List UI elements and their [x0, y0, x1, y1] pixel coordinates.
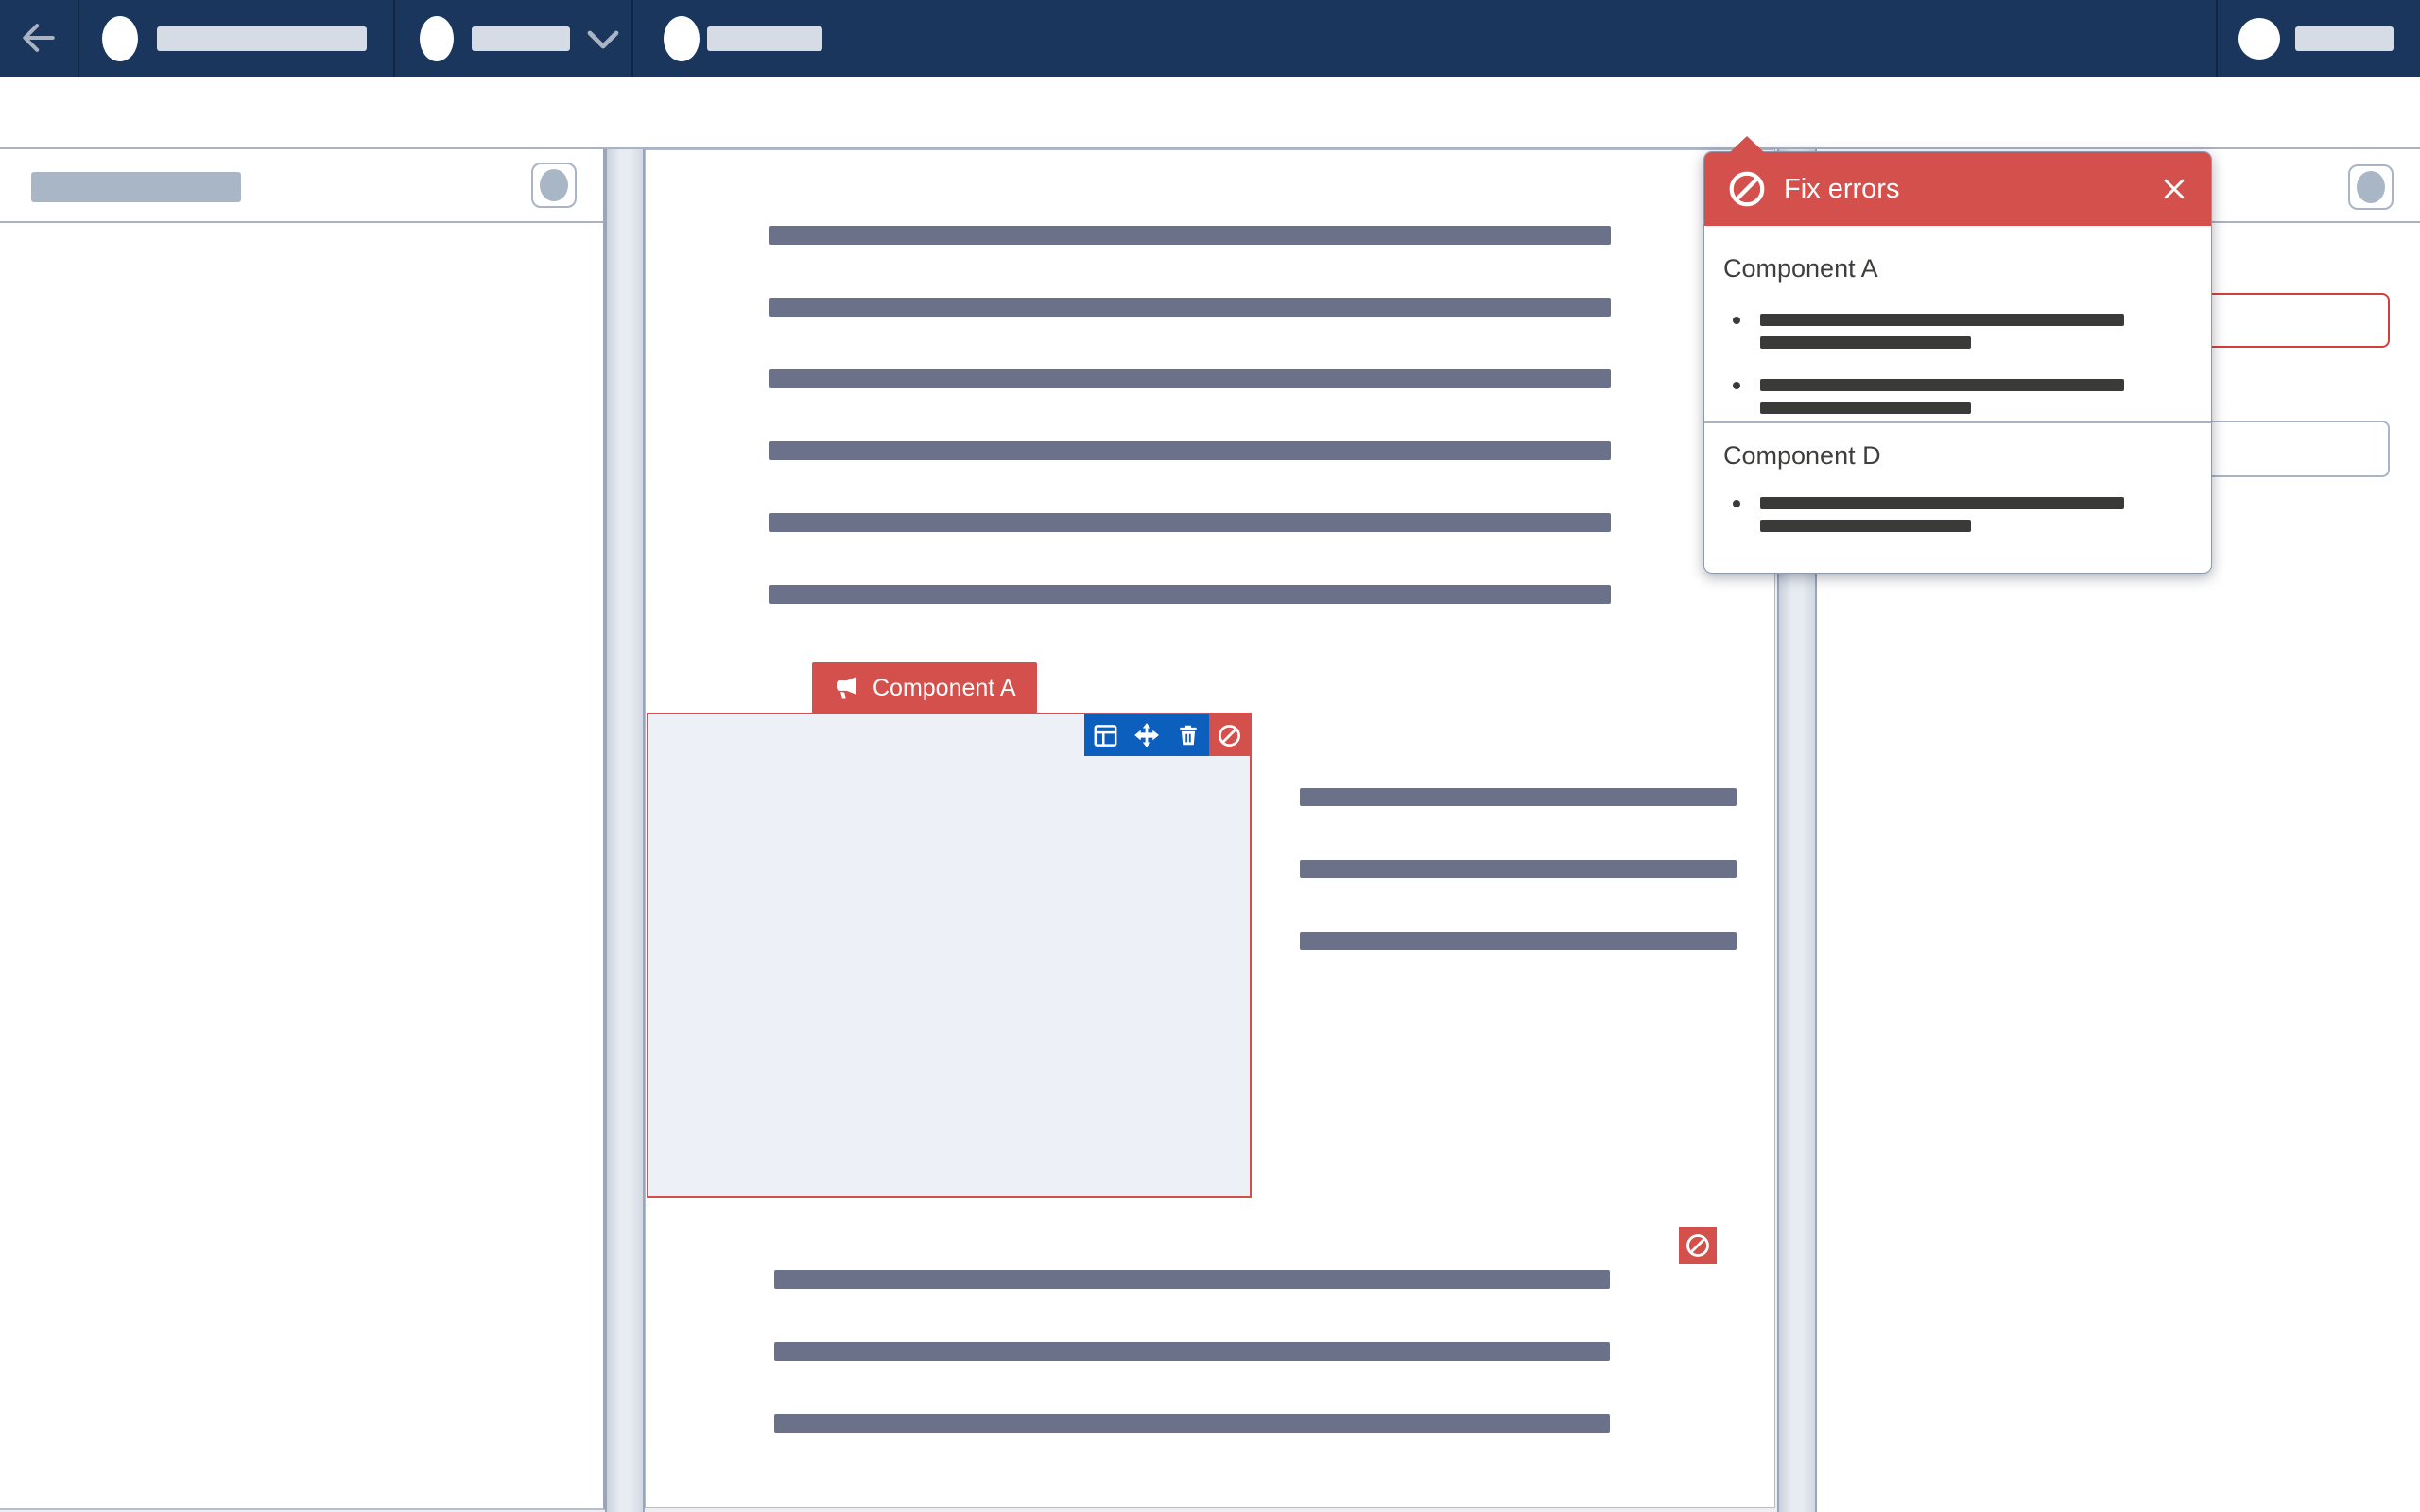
selected-component-label-text: Component A	[873, 675, 1016, 702]
topbar-divider	[393, 0, 395, 77]
ban-icon	[1217, 723, 1242, 748]
user-avatar-placeholder	[2238, 18, 2280, 60]
redacted-text-line	[769, 585, 1611, 604]
bullet-dot	[1733, 500, 1740, 507]
error-section-heading: Component A	[1723, 254, 1878, 284]
redacted-text-line	[774, 1342, 1610, 1361]
back-arrow-icon	[18, 17, 60, 59]
redacted-title-text	[157, 26, 367, 51]
error-section-heading: Component D	[1723, 441, 1881, 471]
redacted-menu-text	[472, 26, 570, 51]
topbar-divider	[631, 0, 633, 77]
avatar-placeholder	[664, 16, 700, 61]
redacted-error-text	[1760, 497, 2124, 509]
left-panel-collapse-button[interactable]	[531, 163, 577, 208]
left-components-panel	[0, 149, 605, 1510]
bullet-dot	[1733, 382, 1740, 389]
redacted-text-line	[1300, 788, 1737, 806]
ban-icon	[1685, 1232, 1711, 1259]
redacted-page-text	[707, 26, 822, 51]
redacted-text-line	[769, 441, 1611, 460]
close-icon	[2160, 175, 2188, 203]
redacted-text-line	[1300, 932, 1737, 950]
topbar-divider	[78, 0, 79, 77]
component-move-button[interactable]	[1126, 714, 1167, 756]
redacted-text-line	[769, 513, 1611, 532]
left-scrollbar-track[interactable]	[605, 149, 645, 1512]
selected-component-label: Component A	[812, 662, 1037, 713]
popover-title: Fix errors	[1784, 174, 1899, 205]
redacted-panel-title	[31, 172, 241, 202]
redacted-text-line	[769, 226, 1611, 245]
redacted-error-text	[1760, 314, 2124, 326]
component-delete-button[interactable]	[1167, 714, 1209, 756]
panel-icon	[540, 169, 568, 201]
component-error-badge[interactable]	[1679, 1227, 1717, 1264]
redacted-user-text	[2295, 26, 2394, 51]
avatar-placeholder	[420, 16, 454, 61]
megaphone-icon	[833, 674, 861, 702]
component-layout-button[interactable]	[1084, 714, 1126, 756]
redacted-error-text	[1760, 520, 1971, 532]
redacted-text-line	[769, 298, 1611, 317]
selected-component-region[interactable]	[647, 713, 1252, 1198]
top-navigation-bar	[0, 0, 2420, 77]
popover-section-divider	[1704, 421, 2211, 423]
page-builder-app: Published - Modified 1 day ago Activate …	[0, 0, 2420, 1512]
bullet-dot	[1733, 317, 1740, 324]
avatar-placeholder	[102, 16, 138, 61]
redacted-error-text	[1760, 402, 1971, 414]
fix-errors-popover: Fix errors Component A Component D	[1703, 151, 2212, 574]
redacted-error-text	[1760, 336, 1971, 349]
popover-header: Fix errors	[1704, 152, 2211, 226]
builder-toolbar: Published - Modified 1 day ago Activate …	[0, 77, 2420, 149]
redacted-error-text	[1760, 379, 2124, 391]
redacted-text-line	[1300, 860, 1737, 878]
chevron-down-icon	[586, 28, 620, 51]
redacted-text-line	[774, 1414, 1610, 1433]
move-icon	[1133, 722, 1160, 748]
component-error-button[interactable]	[1209, 714, 1250, 756]
ban-icon	[1727, 169, 1767, 209]
panel-icon	[2357, 171, 2385, 203]
popover-close-button[interactable]	[2160, 175, 2188, 203]
topbar-divider	[2216, 0, 2218, 77]
popover-pointer-nub	[1729, 136, 1765, 153]
page-canvas[interactable]: Component A	[645, 149, 1775, 1508]
redacted-text-line	[769, 369, 1611, 388]
left-panel-header	[0, 149, 603, 223]
component-action-bar	[1084, 714, 1250, 756]
layout-icon	[1093, 723, 1118, 748]
redacted-text-line	[774, 1270, 1610, 1289]
back-button[interactable]	[15, 15, 62, 62]
right-panel-collapse-button[interactable]	[2348, 164, 2394, 210]
trash-icon	[1176, 723, 1201, 747]
